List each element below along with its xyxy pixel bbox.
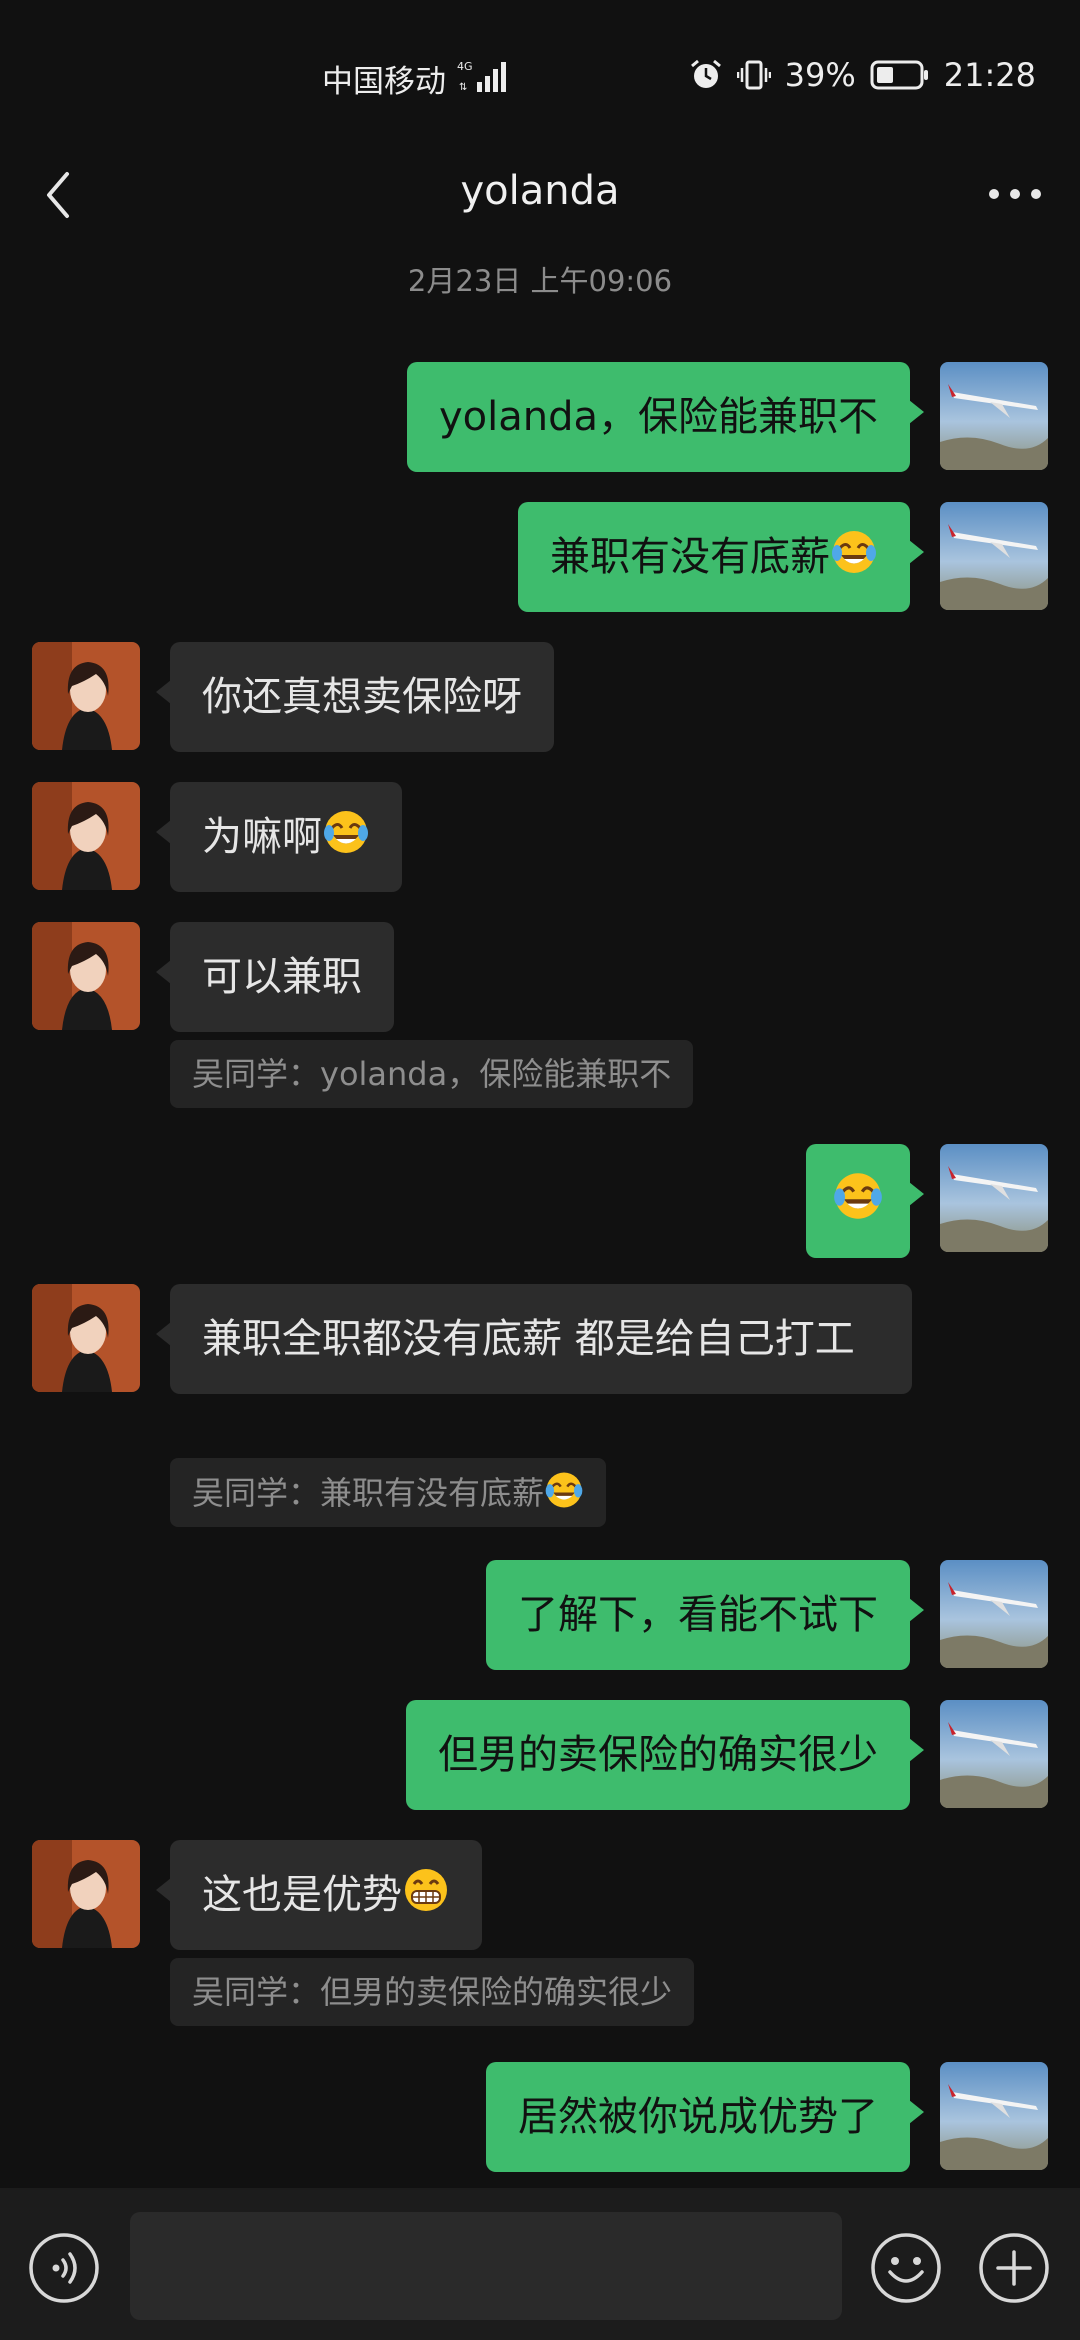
contact-avatar[interactable] — [32, 642, 140, 750]
carrier-label: 中国移动 — [322, 64, 446, 100]
voice-icon — [29, 2233, 99, 2303]
message-bubble-incoming[interactable]: 为嘛啊 — [156, 782, 402, 892]
contact-avatar[interactable] — [32, 922, 140, 1030]
vibrate-icon — [736, 60, 771, 90]
message-input[interactable] — [130, 2212, 842, 2320]
signal-icon: 4G ⇅ — [457, 60, 506, 93]
message-bubble-outgoing[interactable]: yolanda，保险能兼职不 — [406, 362, 925, 472]
message-bubble-outgoing[interactable]: 兼职有没有底薪 — [518, 502, 924, 612]
message-bubble-outgoing[interactable]: 但男的卖保险的确实很少 — [406, 1700, 924, 1810]
alarm-icon — [690, 59, 721, 88]
clock: 21:28 — [943, 56, 1036, 94]
message-bubble-outgoing[interactable] — [806, 1144, 924, 1258]
contact-avatar[interactable] — [32, 782, 140, 890]
message-bubble-outgoing[interactable]: 居然被你说成优势了 — [486, 2062, 924, 2172]
message-timestamp: 2月23日 上午09:06 — [407, 264, 673, 298]
my-avatar[interactable] — [940, 1144, 1048, 1252]
tears-of-joy-emoji-icon — [832, 531, 876, 573]
my-avatar[interactable] — [940, 502, 1048, 610]
contact-avatar[interactable] — [32, 1840, 140, 1948]
plus-icon — [979, 2233, 1049, 2303]
tears-of-joy-emoji-icon — [834, 1173, 882, 1219]
emoji-button[interactable] — [870, 2232, 942, 2304]
message-bubble-incoming[interactable]: 可以兼职 — [156, 922, 394, 1032]
my-avatar[interactable] — [940, 1700, 1048, 1808]
tears-of-joy-emoji-icon — [324, 811, 368, 853]
battery-percent: 39% — [784, 56, 856, 94]
tears-of-joy-emoji-icon — [545, 1472, 583, 1508]
contact-avatar[interactable] — [32, 1284, 140, 1392]
emoji-icon — [871, 2233, 941, 2303]
voice-button[interactable] — [28, 2232, 100, 2304]
battery-icon — [870, 60, 928, 90]
status-bar: 中国移动 4G ⇅ 39% 21:28 — [0, 0, 1080, 150]
quoted-reply[interactable]: 吴同学：yolanda，保险能兼职不 — [170, 1040, 694, 1108]
my-avatar[interactable] — [940, 2062, 1048, 2170]
message-bubble-incoming[interactable]: 你还真想卖保险呀 — [156, 642, 554, 752]
message-input-bar — [0, 2188, 1080, 2340]
quoted-reply[interactable]: 吴同学：兼职有没有底薪 — [170, 1458, 607, 1527]
chat-title: yolanda — [460, 168, 620, 214]
status-right: 39% 21:28 — [689, 56, 1036, 94]
grin-emoji-icon — [405, 1869, 447, 1911]
svg-text:⇅: ⇅ — [459, 82, 467, 93]
message-bubble-incoming[interactable]: 这也是优势 — [156, 1840, 482, 1950]
my-avatar[interactable] — [940, 1560, 1048, 1668]
network-type-label: 4G — [457, 60, 473, 73]
more-button[interactable] — [980, 164, 1050, 224]
quoted-reply[interactable]: 吴同学：但男的卖保险的确实很少 — [170, 1958, 695, 2026]
plus-button[interactable] — [978, 2232, 1050, 2304]
message-bubble-outgoing[interactable]: 了解下，看能不试下 — [486, 1560, 924, 1670]
more-dots-icon — [989, 189, 1041, 199]
my-avatar[interactable] — [940, 362, 1048, 470]
chat-header: yolanda — [0, 150, 1080, 240]
message-bubble-incoming[interactable]: 兼职全职都没有底薪 都是给自己打工 — [156, 1284, 912, 1394]
